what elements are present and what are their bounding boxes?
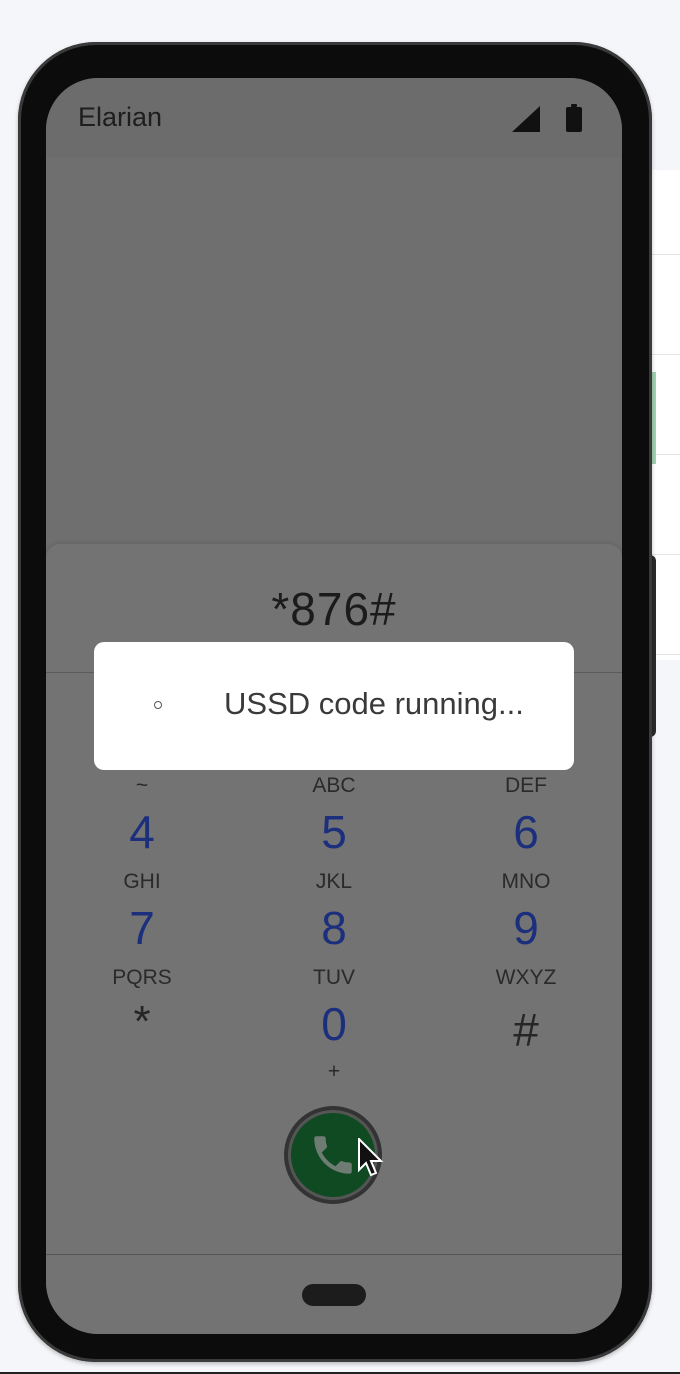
dial-key-star[interactable]: *: [82, 996, 202, 1048]
dialed-number: *876#: [271, 583, 397, 635]
status-bar: Elarian: [46, 78, 622, 158]
carrier-name: Elarian: [78, 102, 163, 132]
dial-key-8[interactable]: 8: [274, 902, 394, 954]
key-letters: GHI: [123, 870, 161, 893]
ussd-progress-dialog: USSD code running...: [94, 642, 574, 770]
key-letters: JKL: [315, 870, 353, 893]
key-letters: PQRS: [112, 966, 172, 989]
dial-key-9[interactable]: 9: [466, 902, 586, 954]
navigation-divider: [46, 1254, 622, 1255]
signal-icon: [512, 106, 540, 132]
dial-key-6[interactable]: 6: [466, 806, 586, 858]
key-letters: ~: [135, 774, 149, 797]
background-divider: [650, 254, 680, 255]
key-letters: ABC: [312, 774, 356, 797]
dial-key-7[interactable]: 7: [82, 902, 202, 954]
mouse-cursor-icon: [358, 1138, 384, 1177]
background-divider: [650, 354, 680, 355]
key-letters: WXYZ: [495, 966, 557, 989]
dial-key-5[interactable]: 5: [274, 806, 394, 858]
dial-key-0[interactable]: 0: [274, 998, 394, 1050]
spinner-icon: [154, 701, 162, 709]
dial-key-4[interactable]: 4: [82, 806, 202, 858]
phone-icon: [314, 1136, 352, 1174]
battery-icon: [566, 104, 582, 132]
key-letters: DEF: [505, 774, 547, 797]
key-letters: TUV: [313, 966, 355, 989]
dial-key-hash[interactable]: #: [466, 1004, 586, 1056]
background-divider: [650, 554, 680, 555]
dialog-message: USSD code running...: [224, 686, 524, 721]
home-button[interactable]: [302, 1284, 366, 1306]
key-letters: MNO: [501, 870, 551, 893]
key-zero-plus: +: [327, 1060, 341, 1083]
